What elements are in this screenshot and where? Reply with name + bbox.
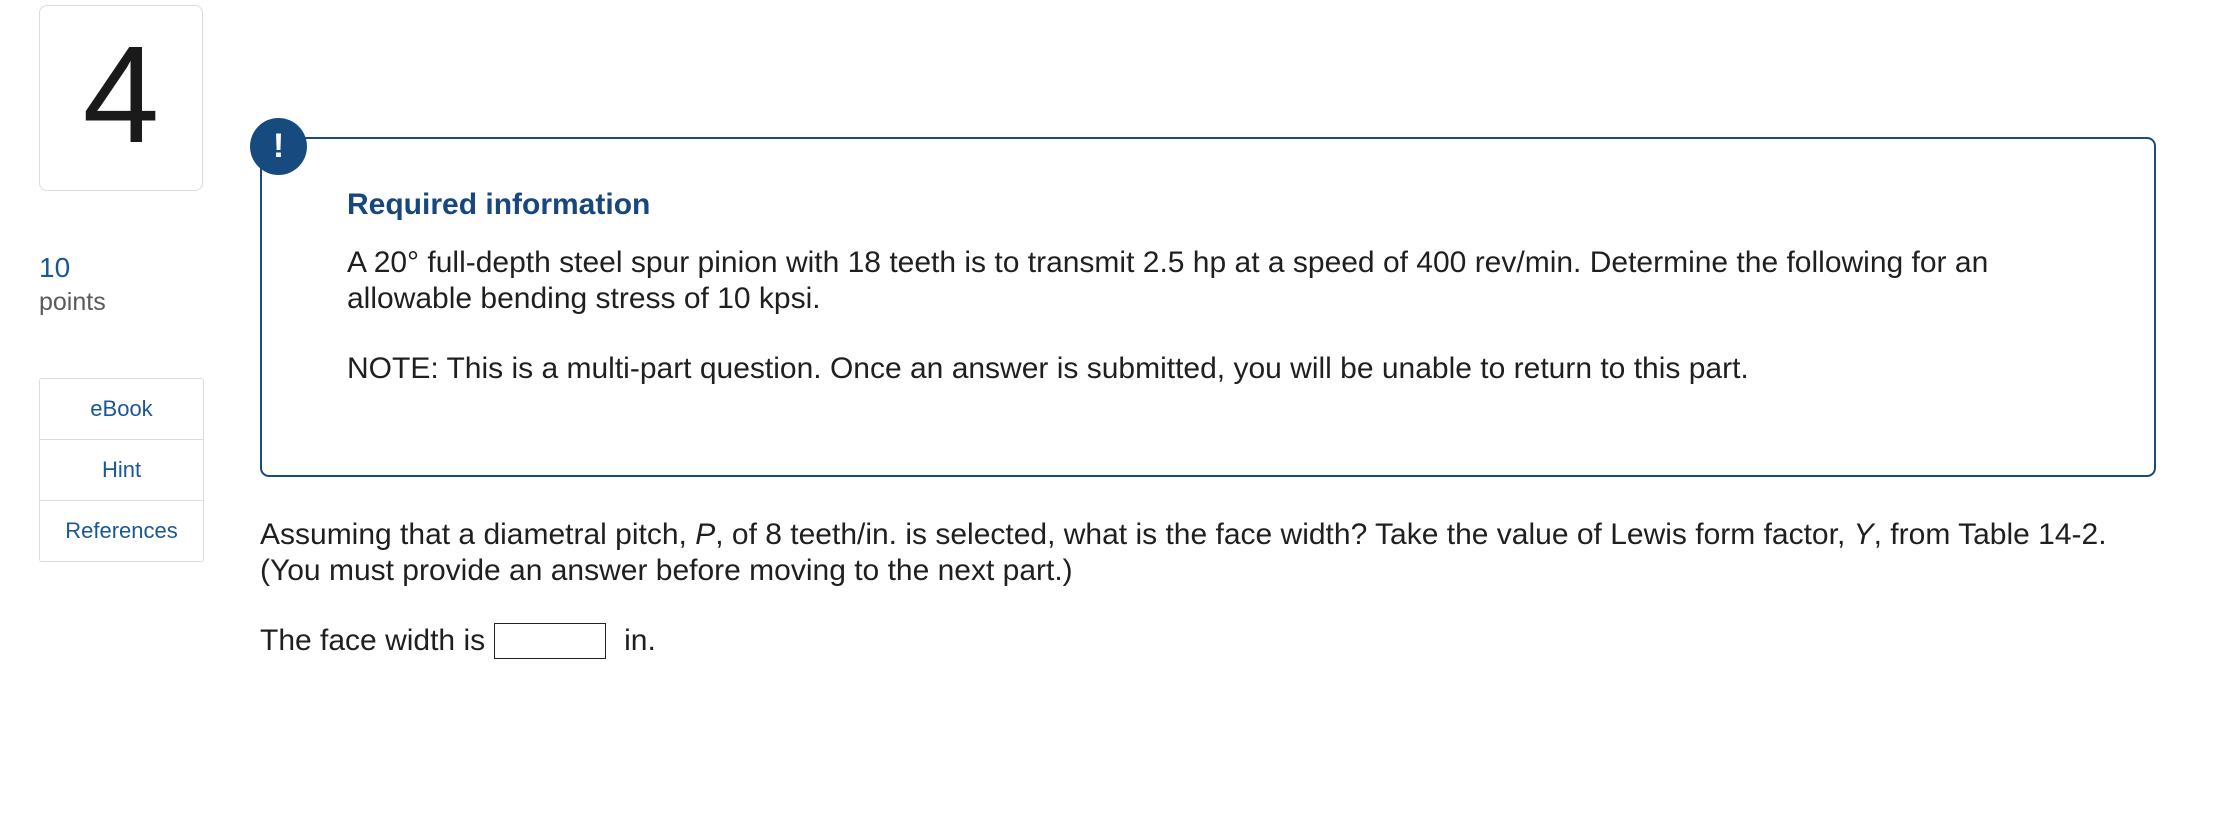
answer-prefix: The face width is [260, 624, 486, 657]
points-value: 10 [39, 252, 71, 283]
question-page: 4 10 points eBook Hint References ! Requ… [0, 0, 2220, 834]
face-width-input[interactable] [494, 623, 607, 659]
question-text: Assuming that a diametral pitch, P, of 8… [260, 517, 2140, 589]
exclamation-glyph: ! [272, 127, 285, 165]
references-link[interactable]: References [40, 501, 203, 561]
multi-part-note: NOTE: This is a multi-part question. Onc… [347, 352, 1749, 385]
answer-row: The face width is in. [260, 623, 656, 659]
question-number-box: 4 [39, 5, 203, 191]
variable-y: Y [1853, 518, 1874, 551]
answer-unit: in. [624, 624, 656, 657]
tools-menu: eBook Hint References [39, 378, 204, 562]
question-text-part1: Assuming that a diametral pitch, [260, 518, 696, 551]
problem-statement: A 20° full-depth steel spur pinion with … [347, 246, 1989, 315]
question-number: 4 [82, 18, 160, 172]
exclamation-icon: ! [250, 118, 307, 175]
points-label: points [39, 288, 106, 316]
variable-p: P [695, 518, 716, 551]
question-text-part2: , of 8 teeth/in. is selected, what is th… [715, 518, 1854, 551]
required-information-title: Required information [347, 188, 651, 221]
hint-link[interactable]: Hint [40, 440, 203, 501]
ebook-link[interactable]: eBook [40, 379, 203, 440]
